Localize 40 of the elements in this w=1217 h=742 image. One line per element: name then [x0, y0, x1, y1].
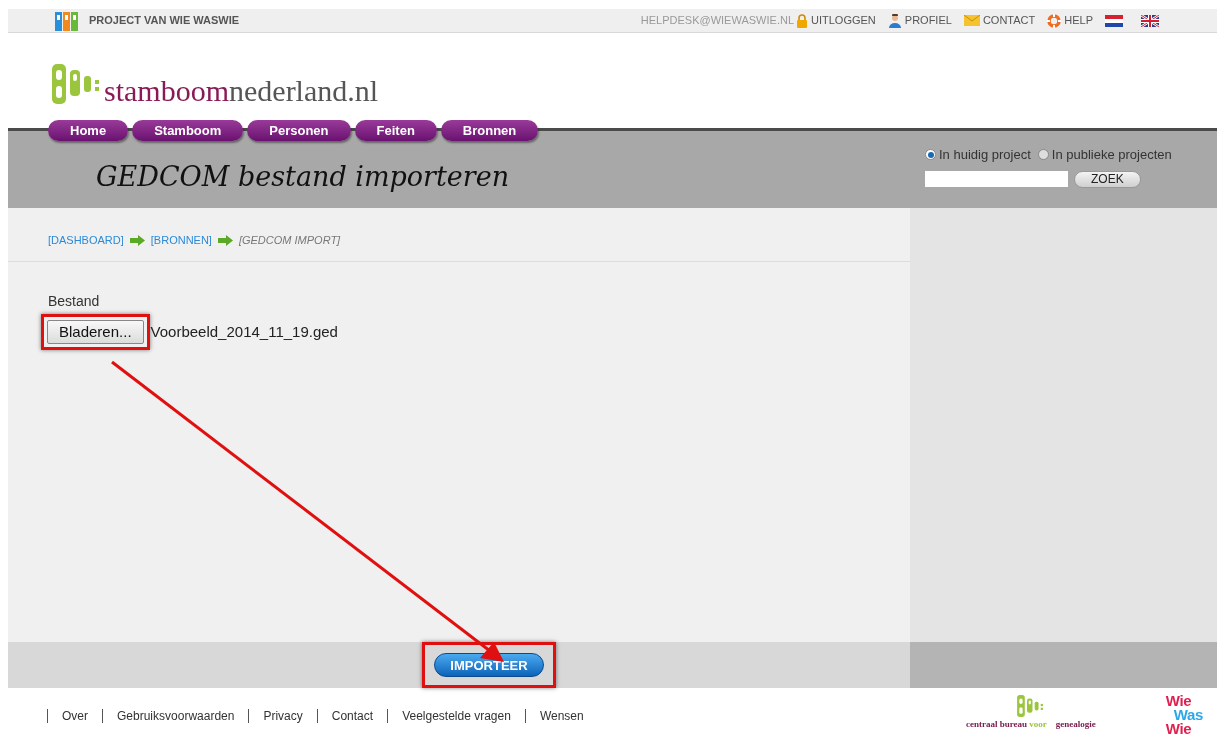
- arrow-right-icon: [129, 235, 145, 246]
- search-field[interactable]: [925, 171, 1068, 187]
- lifebuoy-icon: [1047, 13, 1062, 28]
- file-name: Voorbeeld_2014_11_19.ged: [150, 321, 338, 342]
- file-label: Bestand: [48, 292, 101, 311]
- top-bar-link[interactable]: HELP: [1047, 12, 1093, 29]
- nav-tab[interactable]: Feiten: [354, 120, 437, 141]
- nav-tab[interactable]: Home: [48, 120, 129, 141]
- arrow-right-icon: [217, 235, 233, 246]
- footer-link[interactable]: Gebruiksvoorwaarden: [102, 709, 249, 723]
- binders-icon: [55, 10, 79, 31]
- radio-button[interactable]: [1037, 149, 1049, 161]
- page-title: GEDCOM bestand importeren: [96, 160, 510, 194]
- footer-link[interactable]: Veelgestelde vragen: [387, 709, 525, 723]
- top-bar-link[interactable]: UITLOGGEN: [796, 12, 876, 29]
- dutch-flag-icon[interactable]: [1105, 14, 1123, 27]
- british-flag-icon[interactable]: [1141, 14, 1159, 27]
- radio-label: In publieke projecten: [1051, 146, 1172, 164]
- top-bar-link[interactable]: PROFIEL: [887, 12, 952, 29]
- breadcrumb-current: [GEDCOM IMPORT]: [238, 233, 341, 249]
- search-button[interactable]: ZOEK: [1074, 170, 1141, 188]
- person-icon: [887, 13, 902, 28]
- footer-link[interactable]: Contact: [316, 709, 388, 723]
- import-button[interactable]: IMPORTEER: [434, 653, 544, 678]
- radio-button[interactable]: [925, 149, 936, 161]
- lock-icon: [796, 13, 808, 28]
- wiewaswie-logo[interactable]: Wie Was Wie: [1165, 694, 1203, 736]
- footer-link[interactable]: Wensen: [524, 709, 598, 723]
- site-logo-text[interactable]: stamboomnederland.nl: [104, 76, 379, 106]
- nav-tab[interactable]: Bronnen: [440, 120, 539, 141]
- radio-label: In huidig project: [939, 146, 1031, 164]
- footer-link[interactable]: Over: [47, 709, 102, 723]
- project-name: PROJECT VAN WIE WASWIE: [89, 13, 240, 29]
- nav-tab[interactable]: Stamboom: [132, 120, 244, 141]
- browse-button[interactable]: Bladeren...: [47, 320, 144, 344]
- nav-tab[interactable]: Personen: [247, 120, 351, 141]
- top-bar-link[interactable]: CONTACT: [963, 12, 1036, 29]
- mail-icon: [963, 15, 980, 26]
- footer-link[interactable]: Privacy: [248, 709, 317, 723]
- cbg-logo-text[interactable]: centraal bureau voor genealogie: [966, 718, 1096, 732]
